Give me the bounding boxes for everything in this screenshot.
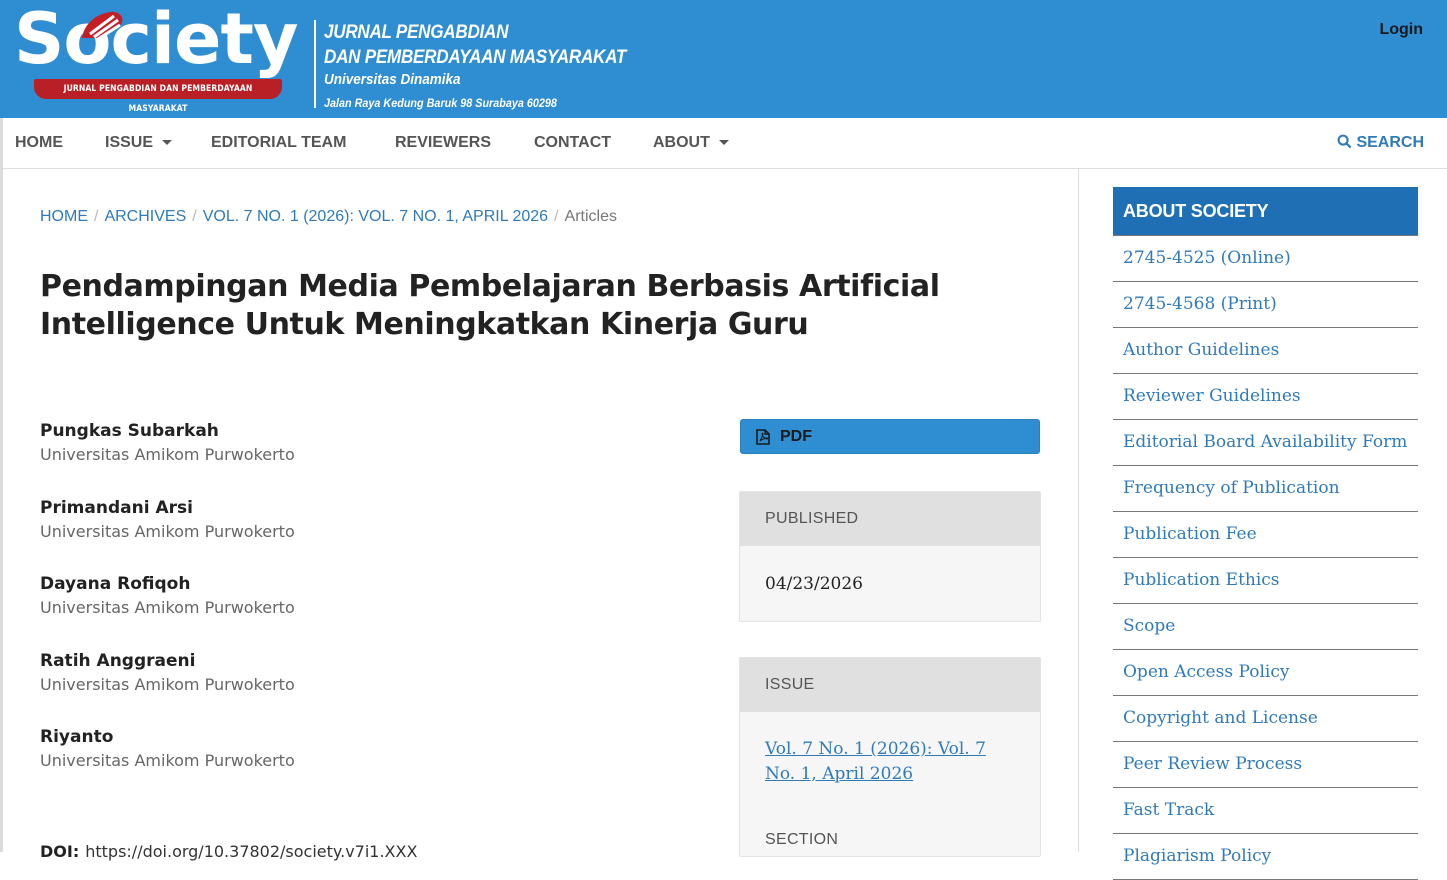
search-label: SEARCH — [1356, 134, 1424, 151]
author-name: Primandani Arsi — [40, 497, 193, 518]
breadcrumb-separator: / — [94, 208, 99, 225]
sidebar-link-publication-fee[interactable]: Publication Fee — [1113, 512, 1418, 558]
nav-contact[interactable]: CONTACT — [534, 118, 611, 168]
author-affiliation: Universitas Amikom Purwokerto — [40, 445, 295, 464]
chevron-down-icon — [718, 140, 729, 146]
breadcrumb-separator: / — [554, 208, 559, 225]
journal-name-line2: DAN PEMBERDAYAAN MASYARAKAT — [324, 47, 627, 68]
institution-name: Universitas Dinamika — [324, 71, 461, 88]
sidebar-link-copyright[interactable]: Copyright and License — [1113, 696, 1418, 742]
published-heading: PUBLISHED — [740, 492, 1040, 546]
author-affiliation: Universitas Amikom Purwokerto — [40, 598, 295, 617]
site-header: Society JURNAL PENGABDIAN DAN PEMBERDAYA… — [0, 0, 1447, 118]
journal-info: JURNAL PENGABDIAN DAN PEMBERDAYAAN MASYA… — [324, 20, 660, 116]
institution-address: Jalan Raya Kedung Baruk 98 Surabaya 6029… — [324, 96, 557, 110]
sidebar-link-peer-review[interactable]: Peer Review Process — [1113, 742, 1418, 788]
login-link[interactable]: Login — [1379, 21, 1423, 39]
sidebar-link-issn-online[interactable]: 2745-4525 (Online) — [1113, 236, 1418, 282]
breadcrumb-home[interactable]: HOME — [40, 208, 88, 225]
about-sidebar: ABOUT SOCIETY 2745-4525 (Online) 2745-45… — [1113, 187, 1418, 880]
pdf-file-icon — [756, 429, 770, 445]
author-list: Pungkas Subarkah Universitas Amikom Purw… — [40, 420, 640, 803]
issue-heading: ISSUE — [740, 658, 1040, 712]
search-link[interactable]: SEARCH — [1337, 118, 1424, 168]
author-name: Ratih Anggraeni — [40, 650, 196, 671]
author-name: Dayana Rofiqoh — [40, 574, 191, 594]
nav-about-label: ABOUT — [653, 134, 710, 151]
breadcrumb-current: Articles — [564, 208, 617, 225]
nav-about[interactable]: ABOUT — [653, 118, 729, 168]
header-divider — [314, 20, 316, 108]
chevron-down-icon — [162, 140, 173, 146]
breadcrumb-issue[interactable]: VOL. 7 NO. 1 (2026): VOL. 7 NO. 1, APRIL… — [203, 208, 548, 225]
main-nav: HOME ISSUE EDITORIAL TEAM REVIEWERS CONT… — [3, 118, 1447, 169]
logo-wordmark: Society — [14, 0, 299, 80]
raised-hand-icon — [82, 11, 123, 41]
sidebar-link-scope[interactable]: Scope — [1113, 604, 1418, 650]
section-heading: SECTION — [765, 831, 839, 848]
author-item: Dayana Rofiqoh Universitas Amikom Purwok… — [40, 573, 640, 650]
sidebar-links: 2745-4525 (Online) 2745-4568 (Print) Aut… — [1113, 235, 1418, 880]
author-name: Riyanto — [40, 727, 114, 747]
breadcrumb-separator: / — [192, 208, 197, 225]
nav-reviewers[interactable]: REVIEWERS — [395, 118, 491, 168]
breadcrumb: HOME / ARCHIVES / VOL. 7 NO. 1 (2026): VOL. … — [40, 208, 617, 226]
author-item: Riyanto Universitas Amikom Purwokerto — [40, 726, 640, 803]
nav-issue-label: ISSUE — [105, 134, 154, 151]
author-affiliation: Universitas Amikom Purwokerto — [40, 674, 295, 694]
author-affiliation: Universitas Amikom Purwokerto — [40, 751, 295, 770]
nav-issue[interactable]: ISSUE — [105, 118, 173, 168]
sidebar-link-author-guidelines[interactable]: Author Guidelines — [1113, 328, 1418, 374]
sidebar-link-publication-ethics[interactable]: Publication Ethics — [1113, 558, 1418, 604]
sidebar-link-fast-track[interactable]: Fast Track — [1113, 788, 1418, 834]
sidebar-link-frequency[interactable]: Frequency of Publication — [1113, 466, 1418, 512]
issue-panel: ISSUE Vol. 7 No. 1 (2026): Vol. 7 No. 1,… — [739, 657, 1041, 857]
author-item: Pungkas Subarkah Universitas Amikom Purw… — [40, 420, 640, 497]
pdf-button-label: PDF — [780, 428, 812, 445]
content-sidebar-divider — [1078, 169, 1079, 852]
issue-link[interactable]: Vol. 7 No. 1 (2026): Vol. 7 No. 1, April… — [765, 739, 986, 784]
author-name: Pungkas Subarkah — [40, 421, 219, 441]
nav-home[interactable]: HOME — [15, 118, 63, 168]
author-affiliation: Universitas Amikom Purwokerto — [40, 521, 295, 541]
author-item: Primandani Arsi Universitas Amikom Purwo… — [40, 497, 640, 574]
sidebar-link-open-access[interactable]: Open Access Policy — [1113, 650, 1418, 696]
sidebar-link-reviewer-guidelines[interactable]: Reviewer Guidelines — [1113, 374, 1418, 420]
sidebar-link-issn-print[interactable]: 2745-4568 (Print) — [1113, 282, 1418, 328]
search-icon — [1337, 134, 1352, 149]
article-title: Pendampingan Media Pembelajaran Berbasis… — [40, 269, 940, 342]
pdf-download-button[interactable]: PDF — [740, 419, 1040, 454]
journal-logo[interactable]: Society JURNAL PENGABDIAN DAN PEMBERDAYA… — [14, 4, 299, 114]
published-panel: PUBLISHED 04/23/2026 — [739, 491, 1041, 622]
author-item: Ratih Anggraeni Universitas Amikom Purwo… — [40, 650, 640, 727]
published-date: 04/23/2026 — [765, 574, 863, 594]
sidebar-title: ABOUT SOCIETY — [1113, 187, 1418, 235]
sidebar-link-editorial-board-form[interactable]: Editorial Board Availability Form — [1113, 420, 1418, 466]
logo-ribbon: JURNAL PENGABDIAN DAN PEMBERDAYAAN MASYA… — [34, 79, 282, 114]
breadcrumb-archives[interactable]: ARCHIVES — [104, 208, 186, 225]
nav-editorial-team[interactable]: EDITORIAL TEAM — [211, 118, 346, 168]
journal-name-line1: JURNAL PENGABDIAN — [324, 22, 509, 43]
sidebar-link-plagiarism[interactable]: Plagiarism Policy — [1113, 834, 1418, 880]
